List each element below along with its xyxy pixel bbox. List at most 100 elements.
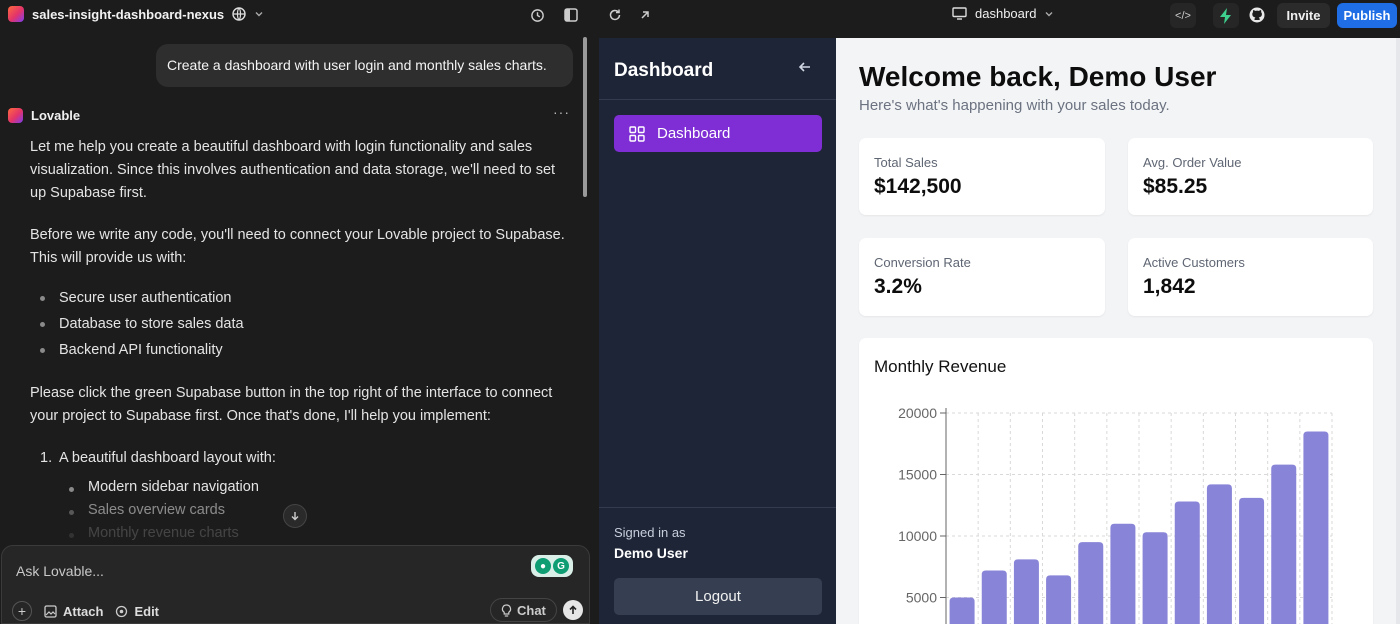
bar: [1110, 523, 1136, 624]
target-icon: [115, 605, 128, 618]
composer-tools: + Attach Edit: [12, 601, 159, 621]
y-tick-label: 20000: [898, 405, 937, 421]
code-view-button[interactable]: </>: [1170, 3, 1196, 28]
edit-button[interactable]: Edit: [115, 604, 159, 619]
lovable-logo-icon: [8, 6, 24, 22]
assistant-header: Lovable: [8, 108, 80, 123]
refresh-icon[interactable]: [606, 6, 624, 24]
supabase-bolt-icon: [1219, 7, 1233, 24]
monthly-revenue-card: Monthly Revenue 20000 15000 10000 5000: [859, 338, 1373, 624]
route-selector[interactable]: dashboard: [952, 6, 1054, 21]
revenue-bar-chart: 20000 15000 10000 5000: [898, 405, 1333, 624]
stat-value: $85.25: [1143, 175, 1208, 198]
grammarly-g-icon: G: [553, 558, 569, 574]
top-bar: sales-insight-dashboard-nexus dashboard: [0, 0, 1400, 31]
send-button[interactable]: [563, 600, 583, 620]
list-item: Database to store sales data: [30, 311, 570, 337]
chat-mode-label: Chat: [517, 602, 546, 618]
bar: [981, 570, 1007, 624]
lightbulb-icon: [501, 603, 512, 617]
publish-button[interactable]: Publish: [1337, 3, 1397, 28]
chat-input[interactable]: [16, 563, 456, 579]
grammarly-bulb-icon: ●: [535, 558, 551, 574]
message-paragraph: Let me help you create a beautiful dashb…: [30, 139, 556, 201]
bar: [1239, 497, 1265, 624]
bullet-list: Secure user authentication Database to s…: [30, 285, 570, 363]
list-item: Secure user authentication: [30, 285, 570, 311]
signed-in-user: Demo User: [614, 545, 688, 561]
monitor-icon: [952, 7, 967, 20]
lovable-logo-icon: [8, 108, 23, 123]
list-item: 1. A beautiful dashboard layout with: Mo…: [30, 447, 570, 545]
logout-button[interactable]: Logout: [614, 578, 822, 615]
scroll-down-button[interactable]: [283, 504, 307, 528]
chat-mode-toggle[interactable]: Chat: [490, 598, 557, 622]
bar: [949, 597, 975, 624]
open-external-icon[interactable]: [636, 6, 654, 24]
arrow-up-icon: [568, 605, 578, 615]
list-number: 1.: [40, 450, 53, 466]
stat-card-active-customers: Active Customers 1,842: [1128, 238, 1373, 316]
stat-value: 3.2%: [874, 275, 922, 298]
project-switcher[interactable]: sales-insight-dashboard-nexus: [8, 6, 264, 22]
y-tick-label: 5000: [906, 590, 937, 606]
message-paragraph: Before we write any code, you'll need to…: [30, 227, 565, 266]
sidebar-divider: [599, 507, 836, 508]
bar: [1271, 464, 1297, 624]
app-preview: Dashboard Dashboard Signed in as Demo Us…: [599, 38, 1400, 624]
grammarly-widget[interactable]: ● G: [531, 555, 573, 577]
bar: [1142, 532, 1168, 624]
chart-title: Monthly Revenue: [874, 357, 1007, 376]
sidebar-title: Dashboard: [614, 60, 714, 81]
arrow-down-icon: [290, 511, 300, 521]
route-label: dashboard: [975, 6, 1037, 21]
stat-card-total-sales: Total Sales $142,500: [859, 138, 1105, 215]
chat-composer: ● G + Attach Edit: [1, 545, 590, 624]
chevron-down-icon: [1044, 9, 1054, 19]
preview-scrollbar[interactable]: [1396, 38, 1400, 624]
list-item-text: A beautiful dashboard layout with:: [59, 450, 276, 466]
sidebar-item-dashboard[interactable]: Dashboard: [614, 115, 822, 152]
user-message: Create a dashboard with user login and m…: [156, 44, 573, 87]
stat-label: Active Customers: [1143, 255, 1245, 270]
grid-icon: [629, 125, 645, 142]
message-paragraph: Please click the green Supabase button i…: [30, 385, 553, 424]
stat-value: $142,500: [874, 175, 962, 198]
sidebar-divider: [599, 99, 836, 100]
stat-card-conversion: Conversion Rate 3.2%: [859, 238, 1105, 316]
stat-label: Conversion Rate: [874, 255, 971, 270]
stat-card-avg-order: Avg. Order Value $85.25: [1128, 138, 1373, 215]
bar: [1174, 501, 1200, 624]
list-item: Sales overview cards: [59, 499, 570, 522]
image-icon: [44, 604, 57, 618]
panel-toggle-icon[interactable]: [562, 6, 580, 24]
numbered-list: 1. A beautiful dashboard layout with: Mo…: [30, 447, 570, 545]
page-title: Welcome back, Demo User: [859, 61, 1217, 92]
list-item: Monthly revenue charts: [59, 522, 570, 545]
y-tick-label: 15000: [898, 467, 937, 483]
bar: [1046, 575, 1072, 624]
preview-main: Welcome back, Demo User Here's what's ha…: [836, 38, 1400, 624]
attach-button[interactable]: Attach: [44, 604, 103, 619]
arrow-left-icon[interactable]: [798, 60, 812, 79]
attach-label: Attach: [63, 603, 104, 619]
project-name: sales-insight-dashboard-nexus: [32, 6, 225, 22]
supabase-button[interactable]: [1213, 3, 1239, 28]
list-item: Modern sidebar navigation: [59, 476, 570, 499]
chat-scrollbar[interactable]: [583, 37, 587, 197]
app-root: sales-insight-dashboard-nexus dashboard: [0, 0, 1400, 624]
github-icon[interactable]: [1248, 6, 1266, 24]
history-icon[interactable]: [528, 6, 546, 24]
plus-icon[interactable]: +: [12, 601, 32, 621]
preview-sidebar: Dashboard Dashboard Signed in as Demo Us…: [599, 38, 836, 624]
more-options-icon[interactable]: ···: [553, 104, 570, 120]
stat-value: 1,842: [1143, 275, 1196, 298]
y-tick-label: 10000: [898, 528, 937, 544]
sidebar-item-label: Dashboard: [657, 125, 731, 142]
assistant-message: Let me help you create a beautiful dashb…: [30, 136, 570, 564]
code-icon: </>: [1175, 9, 1191, 22]
page-subtitle: Here's what's happening with your sales …: [859, 97, 1170, 114]
invite-button[interactable]: Invite: [1277, 3, 1330, 28]
bar: [1206, 484, 1232, 624]
list-item: Backend API functionality: [30, 337, 570, 363]
